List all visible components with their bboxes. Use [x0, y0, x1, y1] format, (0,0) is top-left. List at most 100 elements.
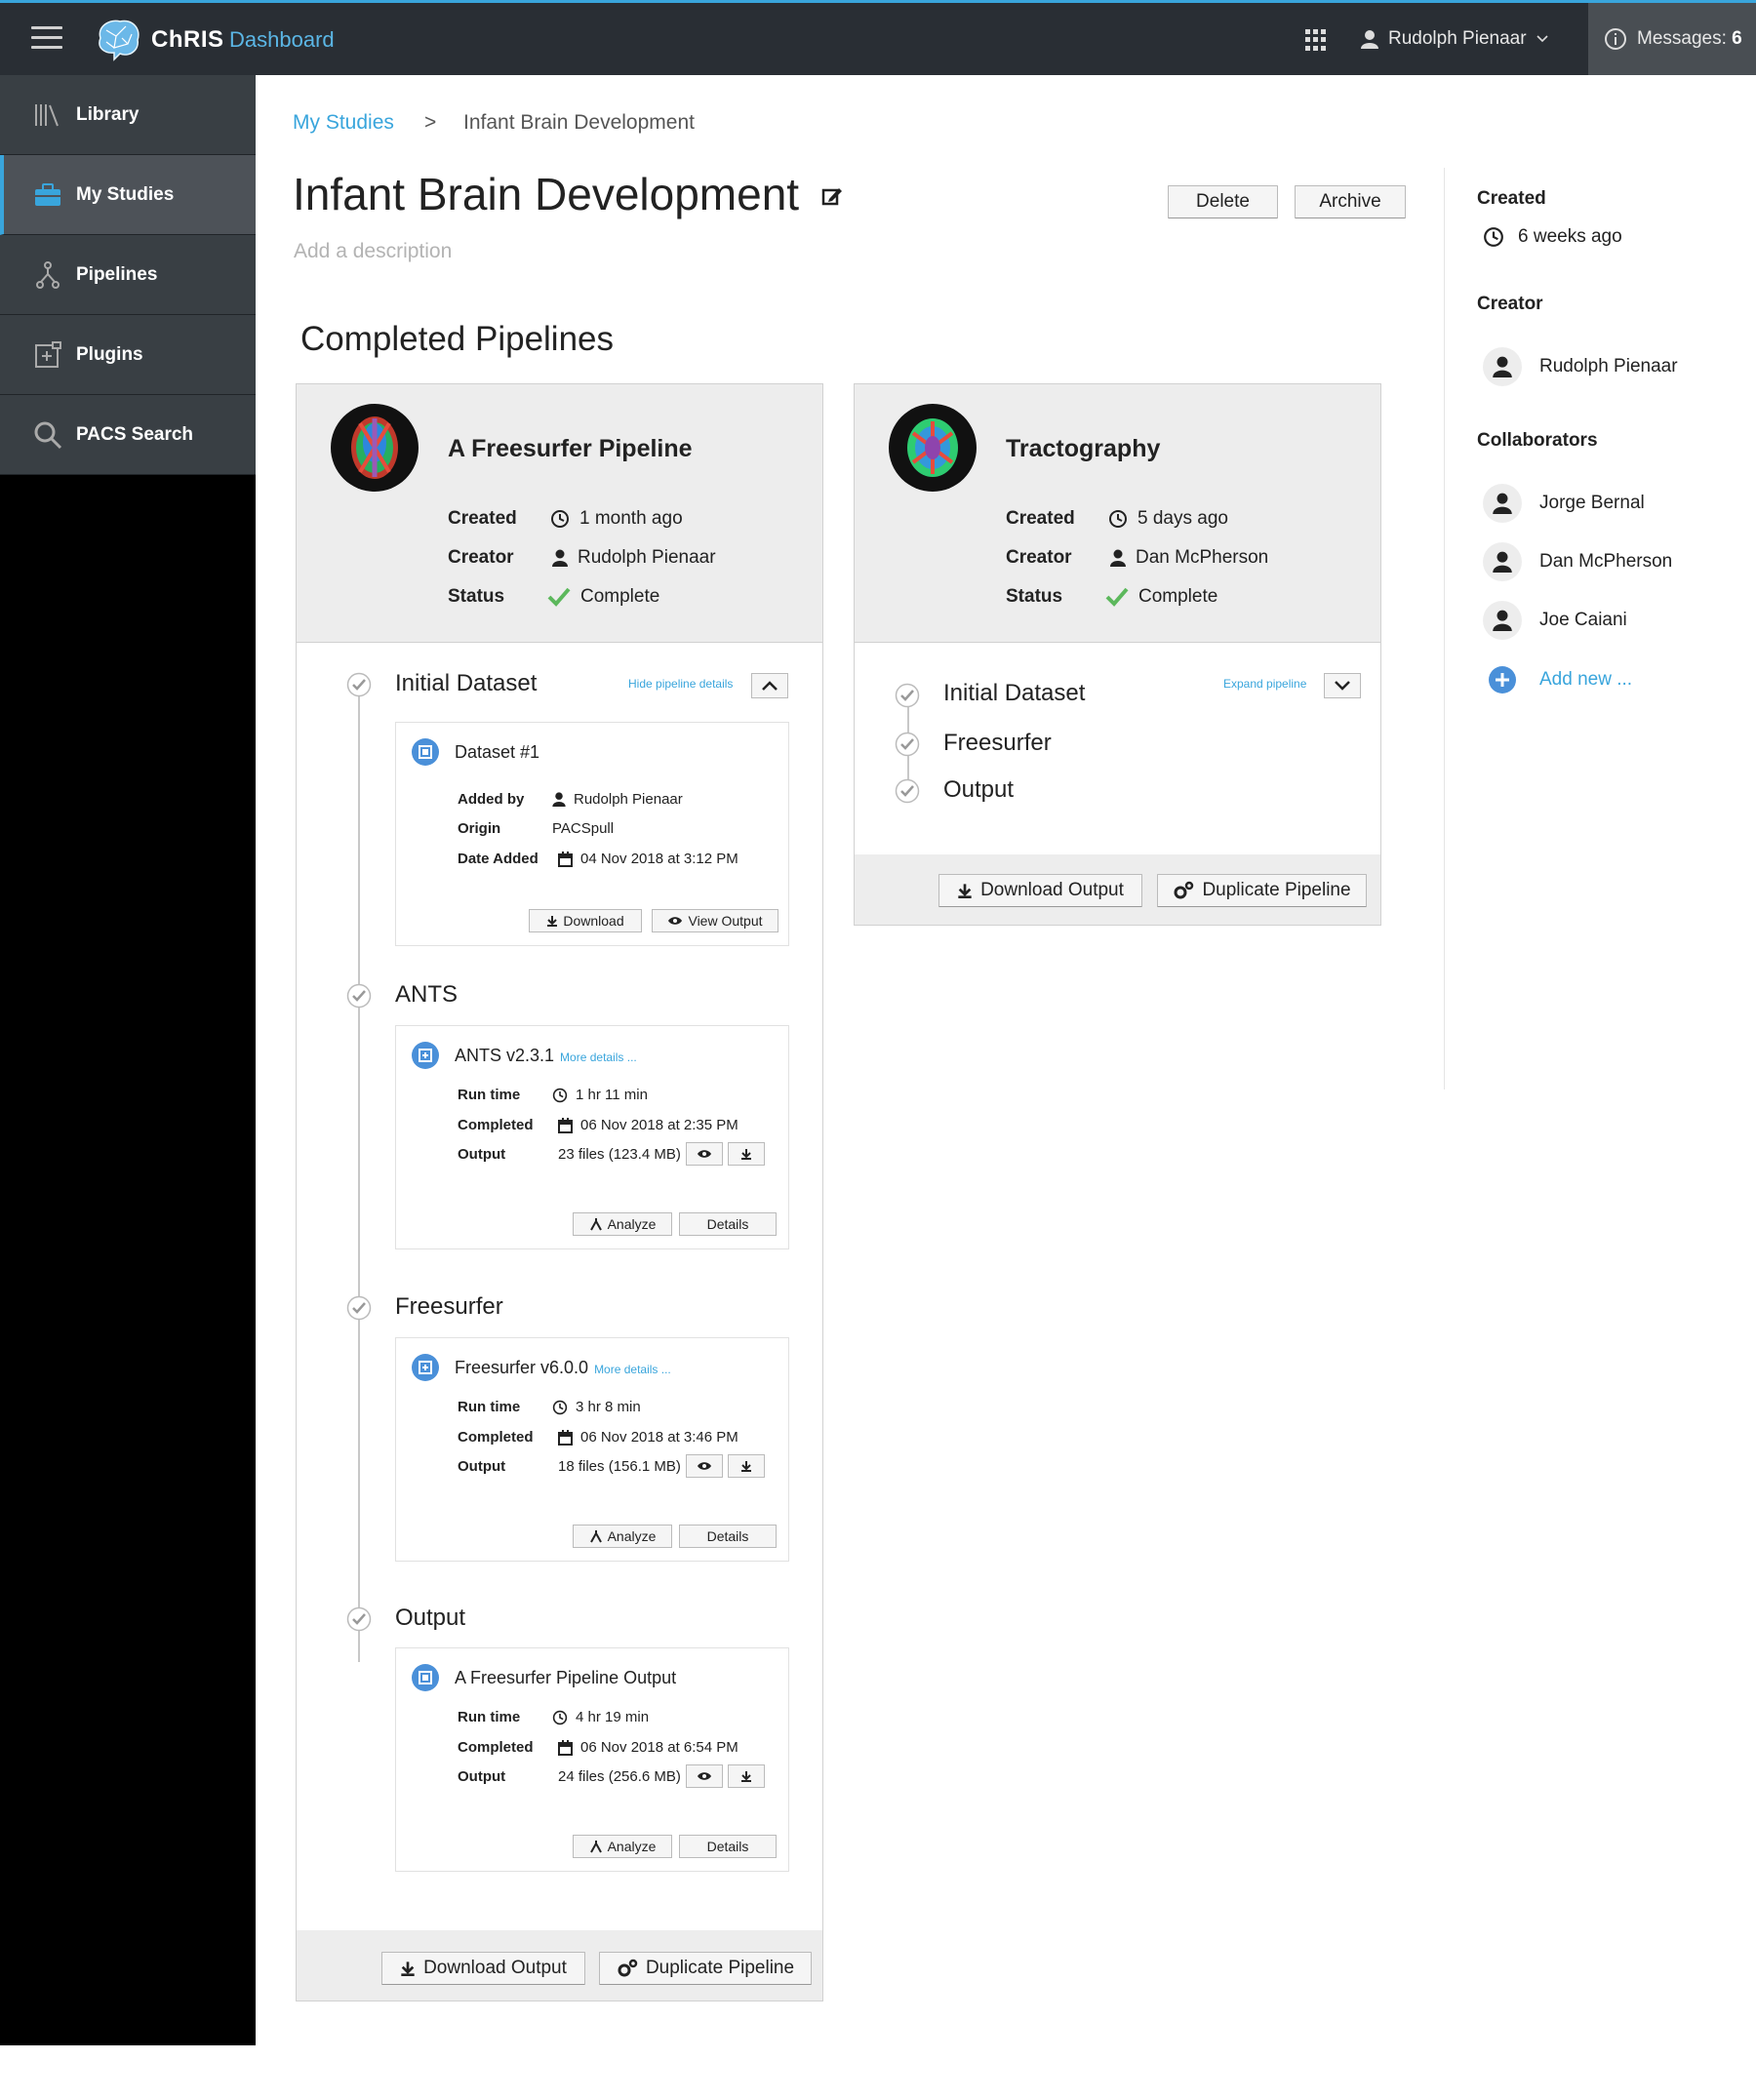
step-name[interactable]: Output	[943, 776, 1014, 804]
sidebar-item-pipelines[interactable]: Pipelines	[0, 235, 256, 315]
details-button[interactable]: Details	[679, 1212, 777, 1236]
collapse-toggle-button[interactable]	[751, 673, 788, 698]
download-output-button[interactable]	[728, 1454, 765, 1478]
download-icon	[741, 1149, 751, 1160]
status-value: Complete	[547, 586, 659, 608]
more-details-link[interactable]: More details ...	[560, 1050, 637, 1064]
sidebar-item-my-studies[interactable]: My Studies	[0, 155, 256, 235]
pipeline-name[interactable]: Tractography	[1006, 435, 1160, 463]
run-time-label: Run time	[458, 1399, 521, 1415]
sidebar: Library My Studies Pipelines Plugins PAC…	[0, 75, 256, 2045]
step-name: Output	[395, 1605, 466, 1631]
breadcrumb-my-studies[interactable]: My Studies	[293, 111, 394, 135]
created-text: 5 days ago	[1137, 508, 1228, 529]
info-icon	[1605, 28, 1626, 50]
sidebar-item-plugins[interactable]: Plugins	[0, 315, 256, 395]
expand-pipeline-link[interactable]: Expand pipeline	[1223, 677, 1306, 691]
download-button[interactable]: Download	[529, 909, 642, 932]
date-added-label: Date Added	[458, 851, 539, 867]
pipeline-card-freesurfer: A Freesurfer Pipeline Created 1 month ag…	[296, 383, 823, 2001]
collaborator-name: Jorge Bernal	[1539, 493, 1645, 513]
user-icon	[552, 549, 568, 567]
hamburger-menu-icon[interactable]	[31, 26, 62, 52]
step-name: Freesurfer	[395, 1293, 503, 1320]
user-menu[interactable]: Rudolph Pienaar	[1361, 24, 1548, 54]
avatar	[1483, 542, 1522, 581]
user-name: Rudolph Pienaar	[1388, 28, 1527, 49]
duplicate-pipeline-label: Duplicate Pipeline	[1202, 880, 1351, 900]
sidebar-item-library[interactable]: Library	[0, 75, 256, 155]
pipeline-name[interactable]: A Freesurfer Pipeline	[448, 435, 693, 463]
completed-text: 06 Nov 2018 at 3:46 PM	[580, 1429, 738, 1446]
step-check-icon	[895, 778, 920, 804]
plugin-icon	[412, 1354, 439, 1381]
download-output-button[interactable]	[728, 1142, 765, 1166]
duplicate-pipeline-button[interactable]: Duplicate Pipeline	[599, 1952, 812, 1985]
expand-toggle-button[interactable]	[1324, 673, 1361, 698]
collaborators-label: Collaborators	[1477, 430, 1598, 451]
view-output-button[interactable]	[686, 1764, 723, 1788]
sidebar-item-pacs-search[interactable]: PACS Search	[0, 395, 256, 475]
download-icon	[741, 1461, 751, 1472]
download-output-button[interactable]: Download Output	[381, 1952, 585, 1985]
library-icon	[35, 103, 59, 126]
analyze-button[interactable]: Analyze	[573, 1525, 672, 1548]
collaborator-row[interactable]: Dan McPherson	[1483, 542, 1672, 581]
pipeline-card-footer: Download Output Duplicate Pipeline	[855, 854, 1380, 925]
step-check-icon	[895, 683, 920, 708]
collaborator-row[interactable]: Jorge Bernal	[1483, 484, 1645, 523]
add-collaborator-button[interactable]: Add new ...	[1483, 665, 1632, 694]
view-output-button[interactable]	[686, 1454, 723, 1478]
duplicate-pipeline-button[interactable]: Duplicate Pipeline	[1157, 874, 1367, 907]
step-check-icon	[346, 672, 372, 697]
step-name[interactable]: Freesurfer	[943, 730, 1052, 757]
analyze-button[interactable]: Analyze	[573, 1835, 672, 1858]
completed-value: 06 Nov 2018 at 2:35 PM	[558, 1117, 738, 1133]
added-by-text: Rudolph Pienaar	[574, 791, 683, 808]
details-button[interactable]: Details	[679, 1835, 777, 1858]
messages-button[interactable]: Messages: 6	[1588, 3, 1756, 75]
dataset-icon	[412, 738, 439, 766]
creator-text: Rudolph Pienaar	[578, 547, 716, 568]
step-name[interactable]: Initial Dataset	[943, 680, 1085, 707]
brand-name[interactable]: ChRIS	[151, 26, 224, 54]
description-field[interactable]: Add a description	[294, 240, 452, 263]
plugin-icon	[35, 340, 61, 368]
date-added-text: 04 Nov 2018 at 3:12 PM	[580, 851, 738, 867]
edit-icon[interactable]	[821, 185, 843, 207]
collaborator-row[interactable]: Joe Caiani	[1483, 601, 1627, 640]
download-icon	[401, 1961, 415, 1976]
creator-row[interactable]: Rudolph Pienaar	[1483, 347, 1678, 386]
download-output-button[interactable]	[728, 1764, 765, 1788]
creator-label: Creator	[448, 547, 514, 568]
status-value: Complete	[1105, 586, 1217, 608]
analyze-icon	[589, 1530, 602, 1543]
completed-value: 06 Nov 2018 at 6:54 PM	[558, 1739, 738, 1756]
hide-pipeline-details-link[interactable]: Hide pipeline details	[628, 677, 733, 691]
step-name: Initial Dataset	[395, 670, 538, 696]
plugin-title-text: ANTS v2.3.1	[455, 1046, 555, 1065]
archive-button[interactable]: Archive	[1295, 185, 1406, 218]
view-output-button[interactable]: View Output	[652, 909, 778, 932]
output-value: 23 files (123.4 MB)	[558, 1146, 681, 1163]
analyze-button[interactable]: Analyze	[573, 1212, 672, 1236]
analyze-label: Analyze	[607, 1528, 657, 1544]
analyze-icon	[589, 1841, 602, 1853]
creator-name: Rudolph Pienaar	[1539, 356, 1678, 376]
search-icon	[34, 421, 62, 449]
details-divider	[1444, 168, 1445, 1090]
dataset-card: Dataset #1 Added by Rudolph Pienaar Orig…	[395, 722, 789, 946]
clock-icon	[552, 1400, 568, 1414]
delete-button[interactable]: Delete	[1168, 185, 1278, 218]
page-title: Infant Brain Development	[293, 169, 800, 219]
pipeline-card-header: A Freesurfer Pipeline Created 1 month ag…	[297, 384, 822, 643]
run-time-label: Run time	[458, 1087, 521, 1103]
run-time-text: 4 hr 19 min	[576, 1709, 650, 1725]
app-grid-icon[interactable]	[1305, 29, 1327, 51]
chevron-down-icon	[1335, 681, 1350, 691]
details-button[interactable]: Details	[679, 1525, 777, 1548]
download-output-button[interactable]: Download Output	[938, 874, 1142, 907]
view-output-button[interactable]	[686, 1142, 723, 1166]
more-details-link[interactable]: More details ...	[594, 1363, 671, 1376]
brand-subtitle[interactable]: Dashboard	[229, 27, 335, 53]
